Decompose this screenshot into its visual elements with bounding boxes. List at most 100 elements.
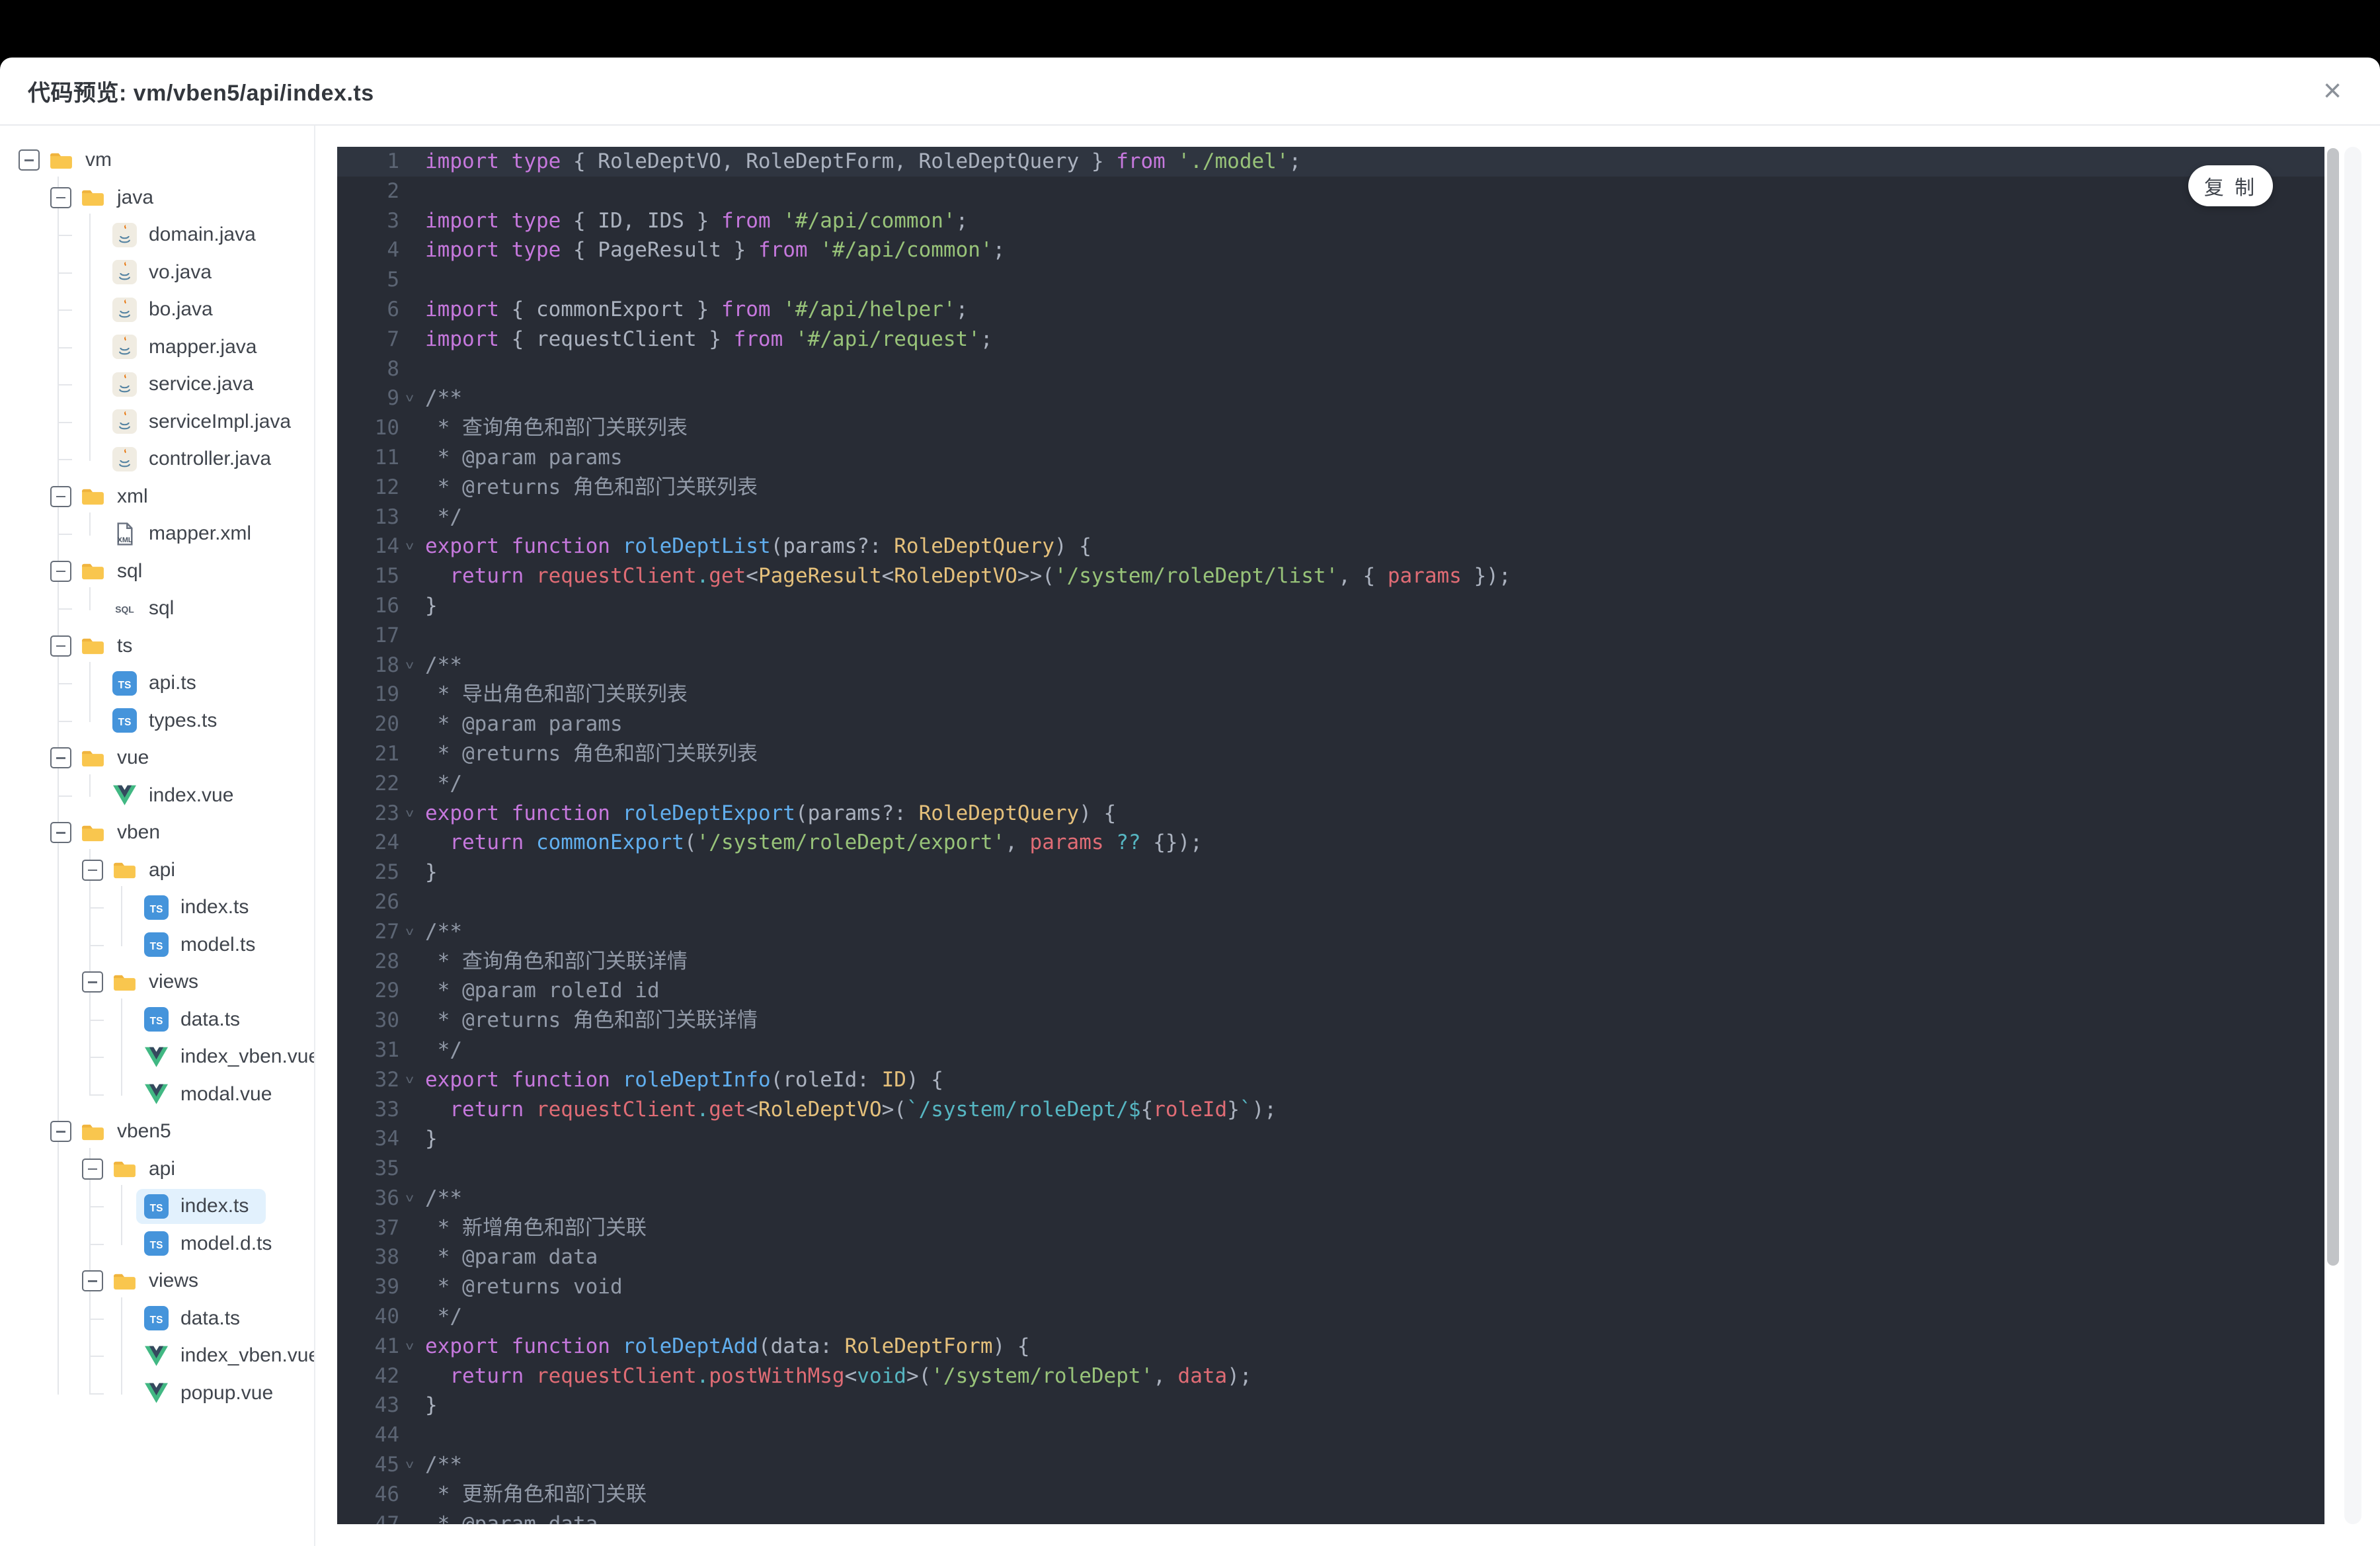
- tree-item-body[interactable]: modal.vue: [136, 1077, 289, 1112]
- tree-item-body[interactable]: TS api.ts: [104, 666, 214, 701]
- tree-item-body[interactable]: vben: [73, 815, 177, 850]
- collapse-toggle[interactable]: [82, 1158, 112, 1180]
- tree-file-modal.vue[interactable]: modal.vue: [89, 1076, 314, 1114]
- code-scrollbar-thumb[interactable]: [2327, 148, 2339, 1266]
- tree-folder-vm[interactable]: vm: [19, 142, 314, 179]
- copy-button[interactable]: 复 制: [2188, 165, 2273, 206]
- tree-item-body[interactable]: mapper.java: [104, 329, 274, 364]
- tree-file-api.ts[interactable]: TS api.ts: [58, 665, 314, 702]
- collapse-minus-icon[interactable]: [82, 971, 103, 993]
- tree-item-body[interactable]: popup.vue: [136, 1375, 290, 1410]
- tree-folder-vue[interactable]: vue: [50, 739, 314, 777]
- tree-file-index_vben.vue[interactable]: index_vben.vue: [89, 1038, 314, 1076]
- close-icon[interactable]: ×: [2314, 73, 2351, 110]
- tree-item-body[interactable]: TS data.ts: [136, 1301, 257, 1336]
- tree-item-body[interactable]: domain.java: [104, 218, 273, 253]
- collapse-minus-icon[interactable]: [50, 747, 71, 769]
- tree-file-controller.java[interactable]: controller.java: [58, 440, 314, 478]
- tree-folder-views[interactable]: views: [82, 963, 314, 1001]
- tree-file-bo.java[interactable]: bo.java: [58, 291, 314, 329]
- tree-item-body[interactable]: index_vben.vue: [136, 1039, 314, 1075]
- tree-item-body[interactable]: serviceImpl.java: [104, 404, 308, 439]
- collapse-minus-icon[interactable]: [82, 1270, 103, 1292]
- collapse-toggle[interactable]: [19, 149, 49, 171]
- tree-file-serviceImpl.java[interactable]: serviceImpl.java: [58, 403, 314, 441]
- tree-file-index.ts[interactable]: TS index.ts: [89, 1188, 314, 1225]
- collapse-toggle[interactable]: [82, 859, 112, 881]
- tree-item-body[interactable]: ts: [73, 628, 149, 663]
- collapse-minus-icon[interactable]: [19, 149, 40, 171]
- tree-item-selected[interactable]: TS index.ts: [136, 1188, 266, 1224]
- fold-chevron-icon[interactable]: v: [399, 917, 425, 947]
- fold-chevron-icon[interactable]: v: [399, 1184, 425, 1213]
- tree-item-body[interactable]: TS model.d.ts: [136, 1226, 289, 1261]
- tree-item-body[interactable]: index.vue: [104, 778, 251, 813]
- tree-item-body[interactable]: SQL sql: [104, 591, 191, 626]
- tree-file-index.ts[interactable]: TS index.ts: [89, 889, 314, 926]
- tree-file-model.ts[interactable]: TS model.ts: [89, 926, 314, 964]
- tree-file-data.ts[interactable]: TS data.ts: [89, 1001, 314, 1039]
- fold-chevron-icon[interactable]: v: [399, 1332, 425, 1362]
- collapse-minus-icon[interactable]: [50, 1121, 71, 1143]
- collapse-minus-icon[interactable]: [82, 1158, 103, 1180]
- tree-file-sql[interactable]: SQL sql: [58, 590, 314, 628]
- tree-item-body[interactable]: bo.java: [104, 292, 230, 327]
- tree-item-body[interactable]: xml: [73, 479, 165, 514]
- tree-file-index_vben.vue[interactable]: index_vben.vue: [89, 1337, 314, 1375]
- tree-item-body[interactable]: views: [104, 965, 216, 1000]
- fold-chevron-icon[interactable]: v: [399, 799, 425, 829]
- tree-folder-java[interactable]: java: [50, 179, 314, 217]
- tree-item-body[interactable]: TS model.ts: [136, 927, 272, 962]
- collapse-minus-icon[interactable]: [50, 822, 71, 844]
- collapse-toggle[interactable]: [50, 1121, 81, 1143]
- tree-item-body[interactable]: vben5: [73, 1114, 188, 1149]
- tree-item-body[interactable]: TS index.ts: [136, 890, 266, 925]
- tree-folder-vben[interactable]: vben: [50, 814, 314, 852]
- collapse-toggle[interactable]: [50, 747, 81, 769]
- tree-folder-xml[interactable]: xml: [50, 478, 314, 516]
- collapse-toggle[interactable]: [50, 485, 81, 507]
- collapse-toggle[interactable]: [50, 186, 81, 208]
- tree-file-mapper.java[interactable]: mapper.java: [58, 329, 314, 366]
- fold-chevron-icon[interactable]: v: [399, 1450, 425, 1480]
- tree-item-body[interactable]: api: [104, 1151, 192, 1186]
- tree-file-types.ts[interactable]: TS types.ts: [58, 702, 314, 740]
- tree-item-body[interactable]: vm: [41, 143, 129, 178]
- tree-file-mapper.xml[interactable]: XML mapper.xml: [58, 515, 314, 553]
- tree-file-model.d.ts[interactable]: TS model.d.ts: [89, 1225, 314, 1263]
- tree-item-body[interactable]: TS data.ts: [136, 1002, 257, 1037]
- collapse-toggle[interactable]: [82, 1270, 112, 1292]
- tree-file-domain.java[interactable]: domain.java: [58, 216, 314, 254]
- tree-file-popup.vue[interactable]: popup.vue: [89, 1375, 314, 1412]
- collapse-toggle[interactable]: [50, 822, 81, 844]
- tree-folder-vben5[interactable]: vben5: [50, 1113, 314, 1151]
- fold-chevron-icon[interactable]: v: [399, 532, 425, 561]
- tree-item-body[interactable]: controller.java: [104, 442, 288, 477]
- tree-folder-api[interactable]: api: [82, 1151, 314, 1188]
- collapse-toggle[interactable]: [82, 971, 112, 993]
- tree-item-body[interactable]: service.java: [104, 367, 270, 402]
- collapse-minus-icon[interactable]: [82, 859, 103, 881]
- tree-file-service.java[interactable]: service.java: [58, 366, 314, 403]
- collapse-minus-icon[interactable]: [50, 635, 71, 657]
- tree-file-vo.java[interactable]: vo.java: [58, 254, 314, 292]
- tree-item-body[interactable]: vo.java: [104, 255, 229, 290]
- tree-folder-views[interactable]: views: [82, 1262, 314, 1300]
- collapse-toggle[interactable]: [50, 560, 81, 582]
- fold-chevron-icon[interactable]: v: [399, 1065, 425, 1095]
- collapse-toggle[interactable]: [50, 635, 81, 657]
- fold-chevron-icon[interactable]: v: [399, 384, 425, 413]
- tree-item-body[interactable]: sql: [73, 553, 159, 589]
- fold-chevron-icon[interactable]: v: [399, 651, 425, 680]
- tree-file-data.ts[interactable]: TS data.ts: [89, 1300, 314, 1338]
- tree-folder-ts[interactable]: ts: [50, 628, 314, 665]
- tree-file-index.vue[interactable]: index.vue: [58, 777, 314, 815]
- tree-folder-sql[interactable]: sql: [50, 553, 314, 590]
- tree-item-body[interactable]: XML mapper.xml: [104, 516, 268, 551]
- collapse-minus-icon[interactable]: [50, 485, 71, 507]
- tree-item-body[interactable]: vue: [73, 741, 166, 776]
- tree-item-body[interactable]: index_vben.vue: [136, 1338, 314, 1373]
- tree-folder-api[interactable]: api: [82, 852, 314, 889]
- tree-item-body[interactable]: api: [104, 852, 192, 887]
- tree-item-body[interactable]: TS types.ts: [104, 703, 234, 738]
